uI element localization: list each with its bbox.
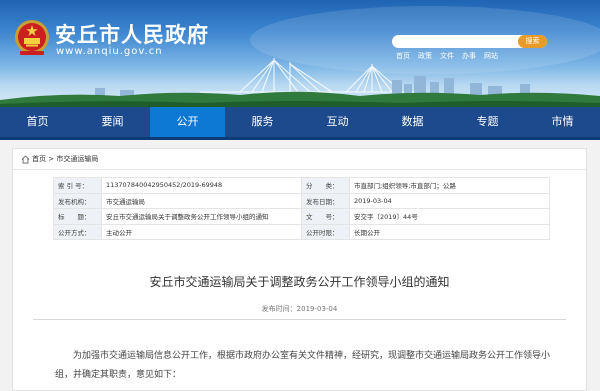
quick-link-files[interactable]: 文件 bbox=[440, 51, 454, 61]
meta-label: 分 类： bbox=[301, 177, 350, 194]
home-icon bbox=[21, 154, 30, 164]
publish-date: 发布时间：2019-03-04 bbox=[261, 305, 338, 313]
nav-city-info[interactable]: 市情 bbox=[525, 107, 600, 137]
meta-value: 长期公开 bbox=[349, 223, 550, 240]
breadcrumb-separator: > bbox=[46, 155, 57, 163]
document-body: 为加强市交通运输局信息公开工作，根据市政府办公室有关文件精神，经研究，现调整市交… bbox=[55, 347, 555, 385]
nav-topics[interactable]: 专题 bbox=[450, 107, 525, 137]
meta-row: 发布机构： 市交通运输局 发布日期： 2019-03-04 bbox=[53, 192, 550, 209]
quick-link-home[interactable]: 首页 bbox=[396, 51, 410, 61]
body-paragraph: 为加强市交通运输局信息公开工作，根据市政府办公室有关文件精神，经研究，现调整市交… bbox=[55, 351, 551, 380]
meta-label: 文 号： bbox=[301, 208, 350, 225]
content-panel: 首页 > 市交通运输局 索 引 号： 11370784004295045​2/2… bbox=[12, 148, 587, 391]
meta-value: 11370784004295045​2/2019-69948 bbox=[101, 177, 302, 194]
document-title: 安丘市交通运输局关于调整政务公开工作领导小组的通知 bbox=[149, 275, 450, 289]
site-url: www.anqiu.gov.cn bbox=[56, 46, 163, 57]
site-title: 安丘市人民政府 bbox=[55, 23, 209, 47]
nav-open-government[interactable]: 公开 bbox=[150, 107, 225, 137]
document-meta-table: 索 引 号： 11370784004295045​2/2019-69948 分 … bbox=[53, 177, 550, 240]
quick-link-policy[interactable]: 政策 bbox=[418, 51, 432, 61]
breadcrumb-current[interactable]: 市交通运输局 bbox=[56, 155, 98, 163]
meta-row: 索 引 号： 11370784004295045​2/2019-69948 分 … bbox=[53, 177, 550, 194]
main-nav: 首页 要闻 公开 服务 互动 数据 专题 市情 bbox=[0, 107, 600, 140]
meta-label: 公开方式： bbox=[53, 223, 102, 240]
meta-row: 标 题： 安丘市交通运输局关于调整政务公开工作领导小组的通知 文 号： 安交字〔… bbox=[53, 208, 550, 225]
quick-links: 首页 政策 文件 办事 网站 bbox=[396, 51, 498, 61]
meta-label: 标 题： bbox=[53, 208, 102, 225]
nav-news[interactable]: 要闻 bbox=[75, 107, 150, 137]
divider bbox=[33, 319, 566, 320]
nav-interaction[interactable]: 互动 bbox=[300, 107, 375, 137]
meta-value: 安丘市交通运输局关于调整政务公开工作领导小组的通知 bbox=[101, 208, 302, 225]
quick-link-site[interactable]: 网站 bbox=[484, 51, 498, 61]
meta-label: 发布日期： bbox=[301, 192, 350, 209]
meta-value: 安交字〔2019〕44号 bbox=[349, 208, 550, 225]
meta-label: 索 引 号： bbox=[53, 177, 102, 194]
search-button[interactable]: 搜索 bbox=[518, 35, 547, 48]
meta-value: 主动公开 bbox=[101, 223, 302, 240]
meta-label: 发布机构： bbox=[53, 192, 102, 209]
meta-value: 2019-03-04 bbox=[349, 192, 550, 209]
nav-home[interactable]: 首页 bbox=[0, 107, 75, 137]
meta-value: 市直部门;组织领导;市直部门；公路 bbox=[349, 177, 550, 194]
quick-link-services[interactable]: 办事 bbox=[462, 51, 476, 61]
meta-value: 市交通运输局 bbox=[101, 192, 302, 209]
nav-services[interactable]: 服务 bbox=[225, 107, 300, 137]
nav-data[interactable]: 数据 bbox=[375, 107, 450, 137]
site-header: 安丘市人民政府 www.anqiu.gov.cn 搜索 首页 政策 文件 办事 … bbox=[0, 0, 600, 107]
breadcrumb-home[interactable]: 首页 bbox=[32, 155, 46, 163]
meta-label: 公开时限： bbox=[301, 223, 350, 240]
meta-row: 公开方式： 主动公开 公开时限： 长期公开 bbox=[53, 223, 550, 240]
national-emblem-logo bbox=[15, 20, 49, 55]
breadcrumb: 首页 > 市交通运输局 bbox=[13, 149, 586, 170]
